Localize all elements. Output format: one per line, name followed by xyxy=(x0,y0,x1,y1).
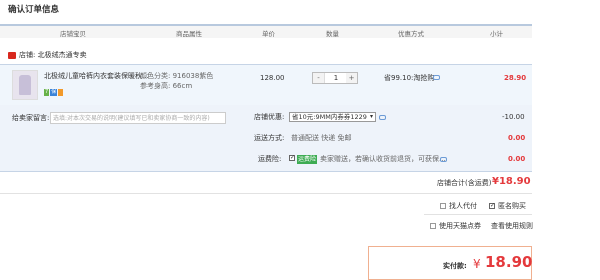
shipping-method: 普通配送 快递 免邮 xyxy=(291,134,352,142)
seven-day-return-badge[interactable]: 7 xyxy=(44,89,50,96)
color-attribute: 颜色分类: 916038紫色 xyxy=(140,72,214,80)
buyer-message-input[interactable]: 选填:对本次交易的说明(建议填写已和卖家协商一致的内容) xyxy=(50,112,226,124)
tmall-points-label[interactable]: 使用天猫点券 xyxy=(439,222,481,231)
shop-label: 店铺: 北极绒杰通专卖 xyxy=(19,51,87,59)
col-discount: 优惠方式 xyxy=(398,30,424,38)
guarantee-badge[interactable]: 保 xyxy=(50,89,58,96)
quantity-stepper: - 1 + xyxy=(312,72,358,84)
quantity-decrease-button[interactable]: - xyxy=(313,73,324,83)
quantity-input[interactable]: 1 xyxy=(324,73,348,83)
insurance-checkbox[interactable] xyxy=(289,155,295,161)
shop-total-label: 店铺合计(含运费) xyxy=(437,179,492,187)
pay-label: 实付款: xyxy=(443,262,467,270)
coupon-select[interactable]: 省10元:9MM内券券1229 ▾ xyxy=(289,112,376,122)
divider xyxy=(0,193,532,194)
proxy-pay-label[interactable]: 找人代付 xyxy=(449,202,477,211)
shop-total-value: ¥18.90 xyxy=(492,176,531,187)
chevron-down-icon: ▾ xyxy=(369,113,373,120)
item-row xyxy=(0,65,532,105)
coupon-selected-value: 省10元:9MM内券券1229 xyxy=(292,113,367,121)
size-attribute: 参考身高: 66cm xyxy=(140,82,193,90)
discount-method: 省99.10:淘抢购 xyxy=(384,74,435,82)
coupon-info-icon[interactable] xyxy=(379,115,386,120)
table-header: 店铺宝贝 商品属性 单价 数量 优惠方式 小计 xyxy=(0,24,532,38)
divider xyxy=(424,214,532,215)
col-unit-price: 单价 xyxy=(262,30,275,38)
insurance-amount: 0.00 xyxy=(508,155,526,163)
insurance-tag: 运费险 xyxy=(297,155,318,164)
quantity-increase-button[interactable]: + xyxy=(346,73,357,83)
tmall-points-checkbox[interactable] xyxy=(430,223,436,229)
anonymous-checkbox[interactable] xyxy=(489,203,495,209)
shop-name-link[interactable]: 北极绒杰通专卖 xyxy=(38,51,87,59)
credit-card-icon[interactable] xyxy=(58,89,64,96)
pay-currency: ¥ xyxy=(473,257,481,271)
message-label: 给卖家留言: xyxy=(12,114,50,122)
insurance-description: 卖家赠送，若确认收货前退货，可获保... xyxy=(320,155,446,163)
discount-info-icon[interactable] xyxy=(433,75,440,80)
pay-amount: 18.90 xyxy=(485,253,533,271)
col-subtotal: 小计 xyxy=(490,30,503,38)
unit-price: 128.00 xyxy=(260,74,285,82)
shipping-label: 运送方式: xyxy=(254,134,285,142)
col-attributes: 商品属性 xyxy=(176,30,202,38)
proxy-pay-checkbox[interactable] xyxy=(440,203,446,209)
insurance-info-icon[interactable] xyxy=(440,157,447,162)
anonymous-label[interactable]: 匿名购买 xyxy=(498,202,526,211)
shipping-amount: 0.00 xyxy=(508,134,526,142)
service-badges: 7保 xyxy=(44,82,64,101)
col-shop-item: 店铺宝贝 xyxy=(60,30,86,38)
coupon-amount: -10.00 xyxy=(502,113,525,121)
col-quantity: 数量 xyxy=(326,30,339,38)
coupon-label: 店铺优惠: xyxy=(254,113,285,121)
store-icon xyxy=(8,52,16,59)
item-subtotal: 28.90 xyxy=(504,74,527,82)
product-thumbnail[interactable] xyxy=(12,70,38,100)
insurance-label: 运费险: xyxy=(258,155,282,163)
page-title: 确认订单信息 xyxy=(8,5,60,15)
product-name-link[interactable]: 北极绒儿童哈裤内衣套装保暖秋... xyxy=(44,72,149,81)
points-rule-link[interactable]: 查看使用规则 xyxy=(491,222,533,231)
message-placeholder: 选填:对本次交易的说明(建议填写已和卖家协商一致的内容) xyxy=(53,115,210,122)
payment-summary-box: 实付款: ¥ 18.90 xyxy=(368,246,532,280)
